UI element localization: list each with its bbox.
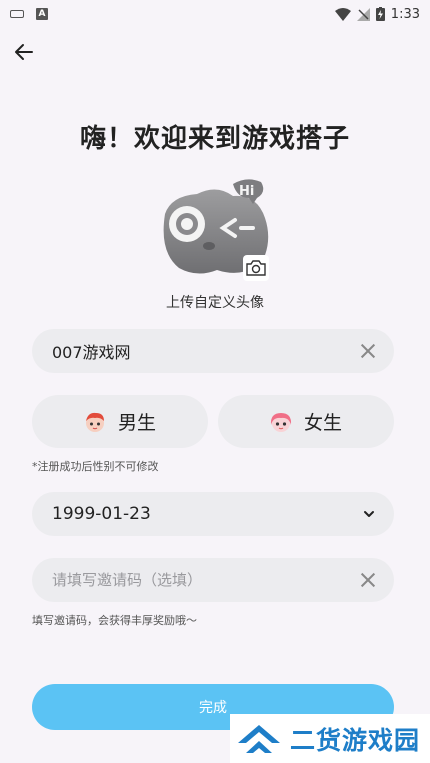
clear-icon[interactable] <box>360 343 376 359</box>
watermark-text: 二货游戏园 <box>290 725 421 755</box>
female-face-icon <box>270 412 292 432</box>
keyboard-icon <box>10 10 24 18</box>
watermark-logo-icon <box>238 724 280 753</box>
camera-button[interactable] <box>243 255 269 281</box>
wifi-icon <box>334 7 351 21</box>
male-button[interactable]: 男生 <box>32 395 208 448</box>
nickname-field[interactable]: 007游戏网 <box>32 329 394 373</box>
status-system: 1:33 <box>334 6 420 22</box>
birthday-value: 1999-01-23 <box>52 504 151 524</box>
gender-note: *注册成功后性别不可修改 <box>32 460 159 473</box>
chevron-down-icon <box>364 511 374 517</box>
avatar-caption: 上传自定义头像 <box>166 295 264 311</box>
invite-note: 填写邀请码，会获得丰厚奖励哦～ <box>32 614 197 627</box>
nickname-value[interactable]: 007游戏网 <box>52 339 131 363</box>
page-title: 嗨！欢迎来到游戏搭子 <box>79 124 350 154</box>
status-time: 1:33 <box>390 6 420 22</box>
camera-icon <box>246 260 266 276</box>
no-signal-icon <box>356 7 370 21</box>
invite-code-field[interactable] <box>32 558 394 602</box>
status-bar: A 1:33 <box>0 0 430 28</box>
svg-text:Hi: Hi <box>239 184 254 199</box>
invite-code-input[interactable] <box>52 571 312 589</box>
birthday-select[interactable]: 1999-01-23 <box>32 492 394 536</box>
female-button[interactable]: 女生 <box>218 395 394 448</box>
a-icon: A <box>36 8 48 20</box>
male-face-icon <box>85 412 104 432</box>
battery-charging-icon <box>375 7 385 21</box>
female-label: 女生 <box>303 412 342 434</box>
arrow-left-icon <box>15 44 33 60</box>
watermark: 二货游戏园 <box>230 714 430 763</box>
status-notifications: A <box>10 8 48 20</box>
back-button[interactable] <box>12 40 36 64</box>
clear-icon[interactable] <box>360 572 376 588</box>
male-label: 男生 <box>117 412 156 434</box>
